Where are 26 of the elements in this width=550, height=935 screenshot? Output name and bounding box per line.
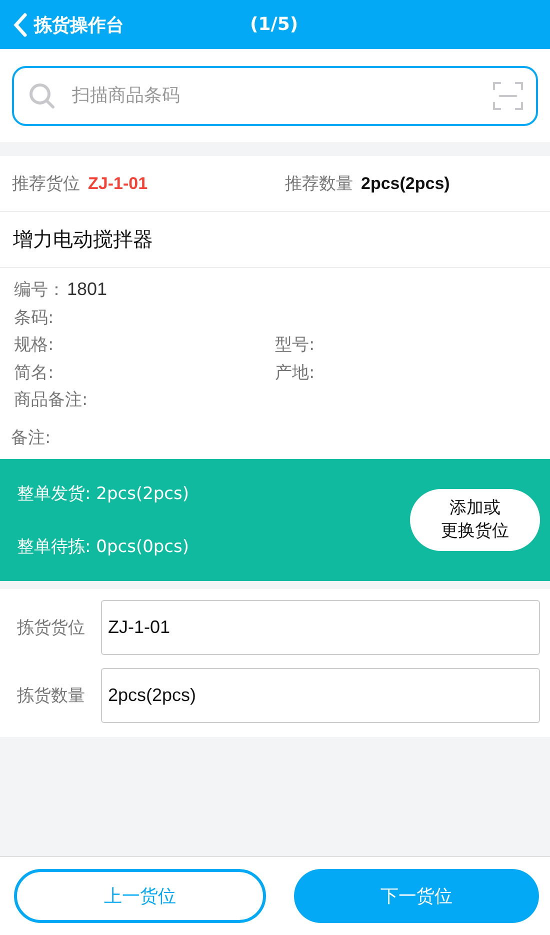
summary-text: 整单待拣: 0pcs(0pcs): [17, 536, 190, 558]
detail-label: 商品备注:: [14, 390, 88, 410]
search-field[interactable]: 扫描商品条码: [12, 66, 538, 126]
back-icon[interactable]: [12, 12, 28, 38]
detail-label: 简名:: [14, 362, 54, 383]
input-field[interactable]: ZJ-1-01: [101, 600, 540, 655]
note-label: 备注:: [11, 426, 52, 448]
field-label: 推荐货位: [12, 173, 80, 195]
field-value: 2pcs(2pcs): [361, 174, 450, 194]
detail-label: 编号：: [14, 280, 65, 300]
field-label: 推荐数量: [285, 173, 353, 195]
progress-count: (1/5): [250, 14, 298, 35]
change-location-button[interactable]: 添加或 更换货位: [410, 488, 540, 550]
detail-label: 产地:: [275, 362, 315, 383]
input-field[interactable]: 2pcs(2pcs): [101, 668, 540, 723]
field-value: ZJ-1-01: [88, 174, 148, 194]
field-label: 拣货货位: [17, 617, 86, 639]
page-title: 拣货操作台: [34, 14, 125, 36]
product-name: 增力电动搅拌器: [0, 212, 550, 268]
scan-icon[interactable]: [492, 80, 524, 110]
detail-label: 条码:: [14, 308, 54, 328]
summary-text: 整单发货: 2pcs(2pcs): [17, 482, 190, 504]
detail-label: 规格:: [14, 335, 54, 356]
detail-label: 型号:: [275, 335, 315, 356]
detail-value: 1801: [67, 279, 108, 300]
field-label: 拣货数量: [17, 685, 86, 707]
